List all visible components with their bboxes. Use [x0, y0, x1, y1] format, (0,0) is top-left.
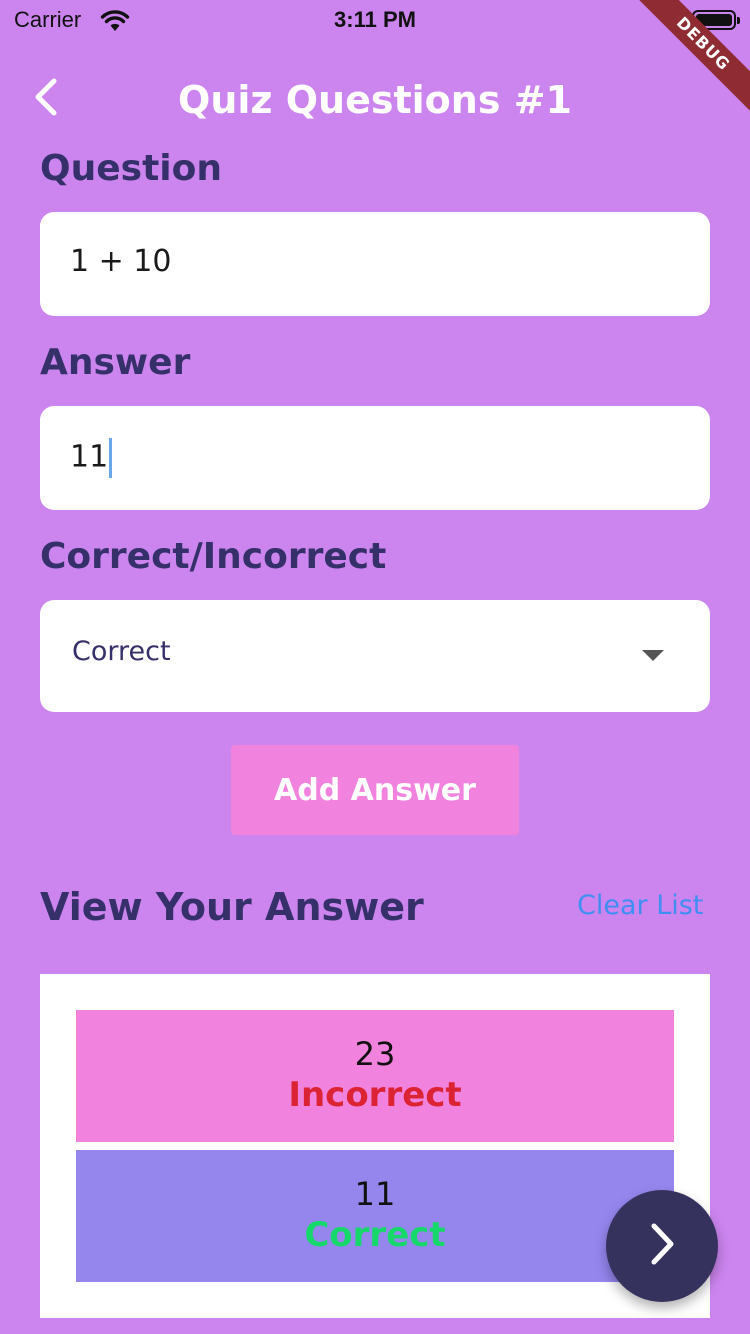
- answer-input[interactable]: 11: [40, 406, 710, 510]
- answer-card-status: Incorrect: [288, 1075, 462, 1115]
- next-fab-button[interactable]: [606, 1190, 718, 1302]
- correctness-selected-value: Correct: [72, 636, 171, 667]
- answer-card[interactable]: 11 Correct: [76, 1150, 674, 1282]
- clear-list-button[interactable]: Clear List: [577, 890, 703, 921]
- answer-card[interactable]: 23 Incorrect: [76, 1010, 674, 1142]
- text-caret: [109, 438, 113, 478]
- question-input-value: 1 + 10: [70, 244, 172, 279]
- status-time: 3:11 PM: [334, 7, 416, 32]
- chevron-right-icon: [647, 1222, 677, 1270]
- question-label: Question: [40, 148, 222, 189]
- answer-label: Answer: [40, 342, 191, 383]
- status-bar: Carrier 3:11 PM: [0, 0, 750, 40]
- answer-card-status: Correct: [304, 1215, 446, 1255]
- answer-card-value: 11: [354, 1175, 396, 1213]
- page-title: Quiz Questions #1: [178, 78, 572, 122]
- answer-card-value: 23: [354, 1035, 396, 1073]
- battery-icon: [692, 10, 740, 30]
- correctness-label: Correct/Incorrect: [40, 536, 387, 577]
- dropdown-arrow-icon: [642, 650, 664, 661]
- add-answer-button[interactable]: Add Answer: [231, 745, 519, 835]
- question-input[interactable]: 1 + 10: [40, 212, 710, 316]
- answer-input-value: 11: [70, 438, 113, 478]
- correctness-dropdown[interactable]: Correct: [40, 600, 710, 712]
- view-answers-title: View Your Answer: [40, 885, 424, 929]
- app-bar: Quiz Questions #1: [0, 60, 750, 140]
